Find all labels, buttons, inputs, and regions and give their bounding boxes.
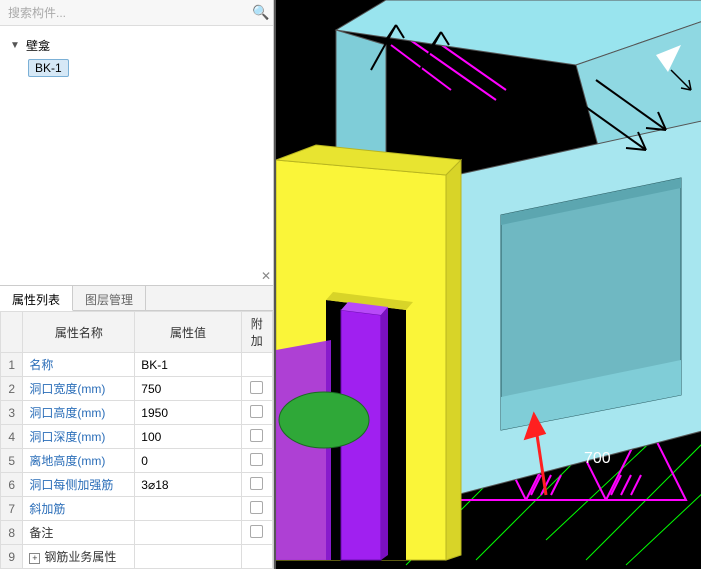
table-row[interactable]: 2 洞口宽度(mm) 750 [1,377,273,401]
row-number: 3 [1,401,23,425]
tab-properties[interactable]: 属性列表 [0,286,73,311]
checkbox-icon[interactable] [250,477,263,490]
tree-root[interactable]: ▼ 壁龛 [6,34,267,57]
prop-extra[interactable] [241,401,272,425]
viewport-svg [276,0,701,569]
component-tree: ▼ 壁龛 BK-1 ✕ [0,26,273,285]
prop-extra[interactable] [241,353,272,377]
close-icon[interactable]: ✕ [261,269,271,283]
row-number: 4 [1,425,23,449]
table-row[interactable]: 6 洞口每侧加强筋 3⌀18 [1,473,273,497]
checkbox-icon[interactable] [250,501,263,514]
checkbox-icon[interactable] [250,405,263,418]
property-table: 属性名称 属性值 附加 1名称BK-12洞口宽度(mm)7503洞口高度(mm)… [0,311,273,569]
table-row[interactable]: 1 名称 BK-1 [1,353,273,377]
checkbox-icon[interactable] [250,453,263,466]
prop-name: 钢筋业务属性 [44,550,116,564]
prop-value[interactable]: 3⌀18 [135,473,241,497]
tab-layers[interactable]: 图层管理 [73,286,146,310]
row-number: 6 [1,473,23,497]
dimension-label: 700 [584,450,611,468]
left-panel: 🔍 ▼ 壁龛 BK-1 ✕ 属性列表 图层管理 属性名称 属性值 [0,0,274,569]
prop-name: 名称 [29,358,53,372]
row-number: 1 [1,353,23,377]
row-number: 7 [1,497,23,521]
tree-item-bk1[interactable]: BK-1 [28,59,69,77]
expand-icon[interactable]: + [29,553,40,564]
row-number: 5 [1,449,23,473]
prop-name: 洞口深度(mm) [29,430,105,444]
prop-name: 洞口高度(mm) [29,406,105,420]
row-number: 8 [1,521,23,545]
header-extra: 附加 [241,312,272,353]
chevron-down-icon[interactable]: ▼ [10,40,22,51]
prop-extra[interactable] [241,425,272,449]
prop-extra[interactable] [241,377,272,401]
header-value: 属性值 [135,312,241,353]
prop-name: 洞口每侧加强筋 [29,478,113,492]
prop-extra[interactable] [241,521,272,545]
prop-value[interactable]: 750 [135,377,241,401]
prop-value[interactable] [135,521,241,545]
tab-bar: 属性列表 图层管理 [0,285,273,311]
table-row[interactable]: 8 备注 [1,521,273,545]
table-row[interactable]: 3 洞口高度(mm) 1950 [1,401,273,425]
prop-extra[interactable] [241,497,272,521]
prop-name: 斜加筋 [29,502,65,516]
prop-value[interactable]: 0 [135,449,241,473]
prop-value[interactable]: 100 [135,425,241,449]
prop-extra[interactable] [241,473,272,497]
prop-extra[interactable] [241,449,272,473]
search-row: 🔍 [0,0,273,26]
row-number: 9 [1,545,23,569]
property-table-wrap: 属性名称 属性值 附加 1名称BK-12洞口宽度(mm)7503洞口高度(mm)… [0,311,273,569]
3d-viewport[interactable]: 700 [274,0,701,569]
header-rownum [1,312,23,353]
table-row[interactable]: 7 斜加筋 [1,497,273,521]
checkbox-icon[interactable] [250,381,263,394]
row-number: 2 [1,377,23,401]
prop-value[interactable] [135,497,241,521]
prop-value[interactable] [135,545,241,569]
table-row[interactable]: 4 洞口深度(mm) 100 [1,425,273,449]
tree-root-label: 壁龛 [22,36,54,55]
search-icon[interactable]: 🔍 [249,4,273,21]
checkbox-icon[interactable] [250,429,263,442]
prop-value[interactable]: 1950 [135,401,241,425]
search-input[interactable] [0,2,249,24]
header-name: 属性名称 [23,312,135,353]
prop-extra[interactable] [241,545,272,569]
table-row[interactable]: 9 + 钢筋业务属性 [1,545,273,569]
table-row[interactable]: 5 离地高度(mm) 0 [1,449,273,473]
prop-name: 离地高度(mm) [29,454,105,468]
prop-name: 洞口宽度(mm) [29,382,105,396]
prop-value[interactable]: BK-1 [135,353,241,377]
prop-name: 备注 [29,526,53,540]
checkbox-icon[interactable] [250,525,263,538]
